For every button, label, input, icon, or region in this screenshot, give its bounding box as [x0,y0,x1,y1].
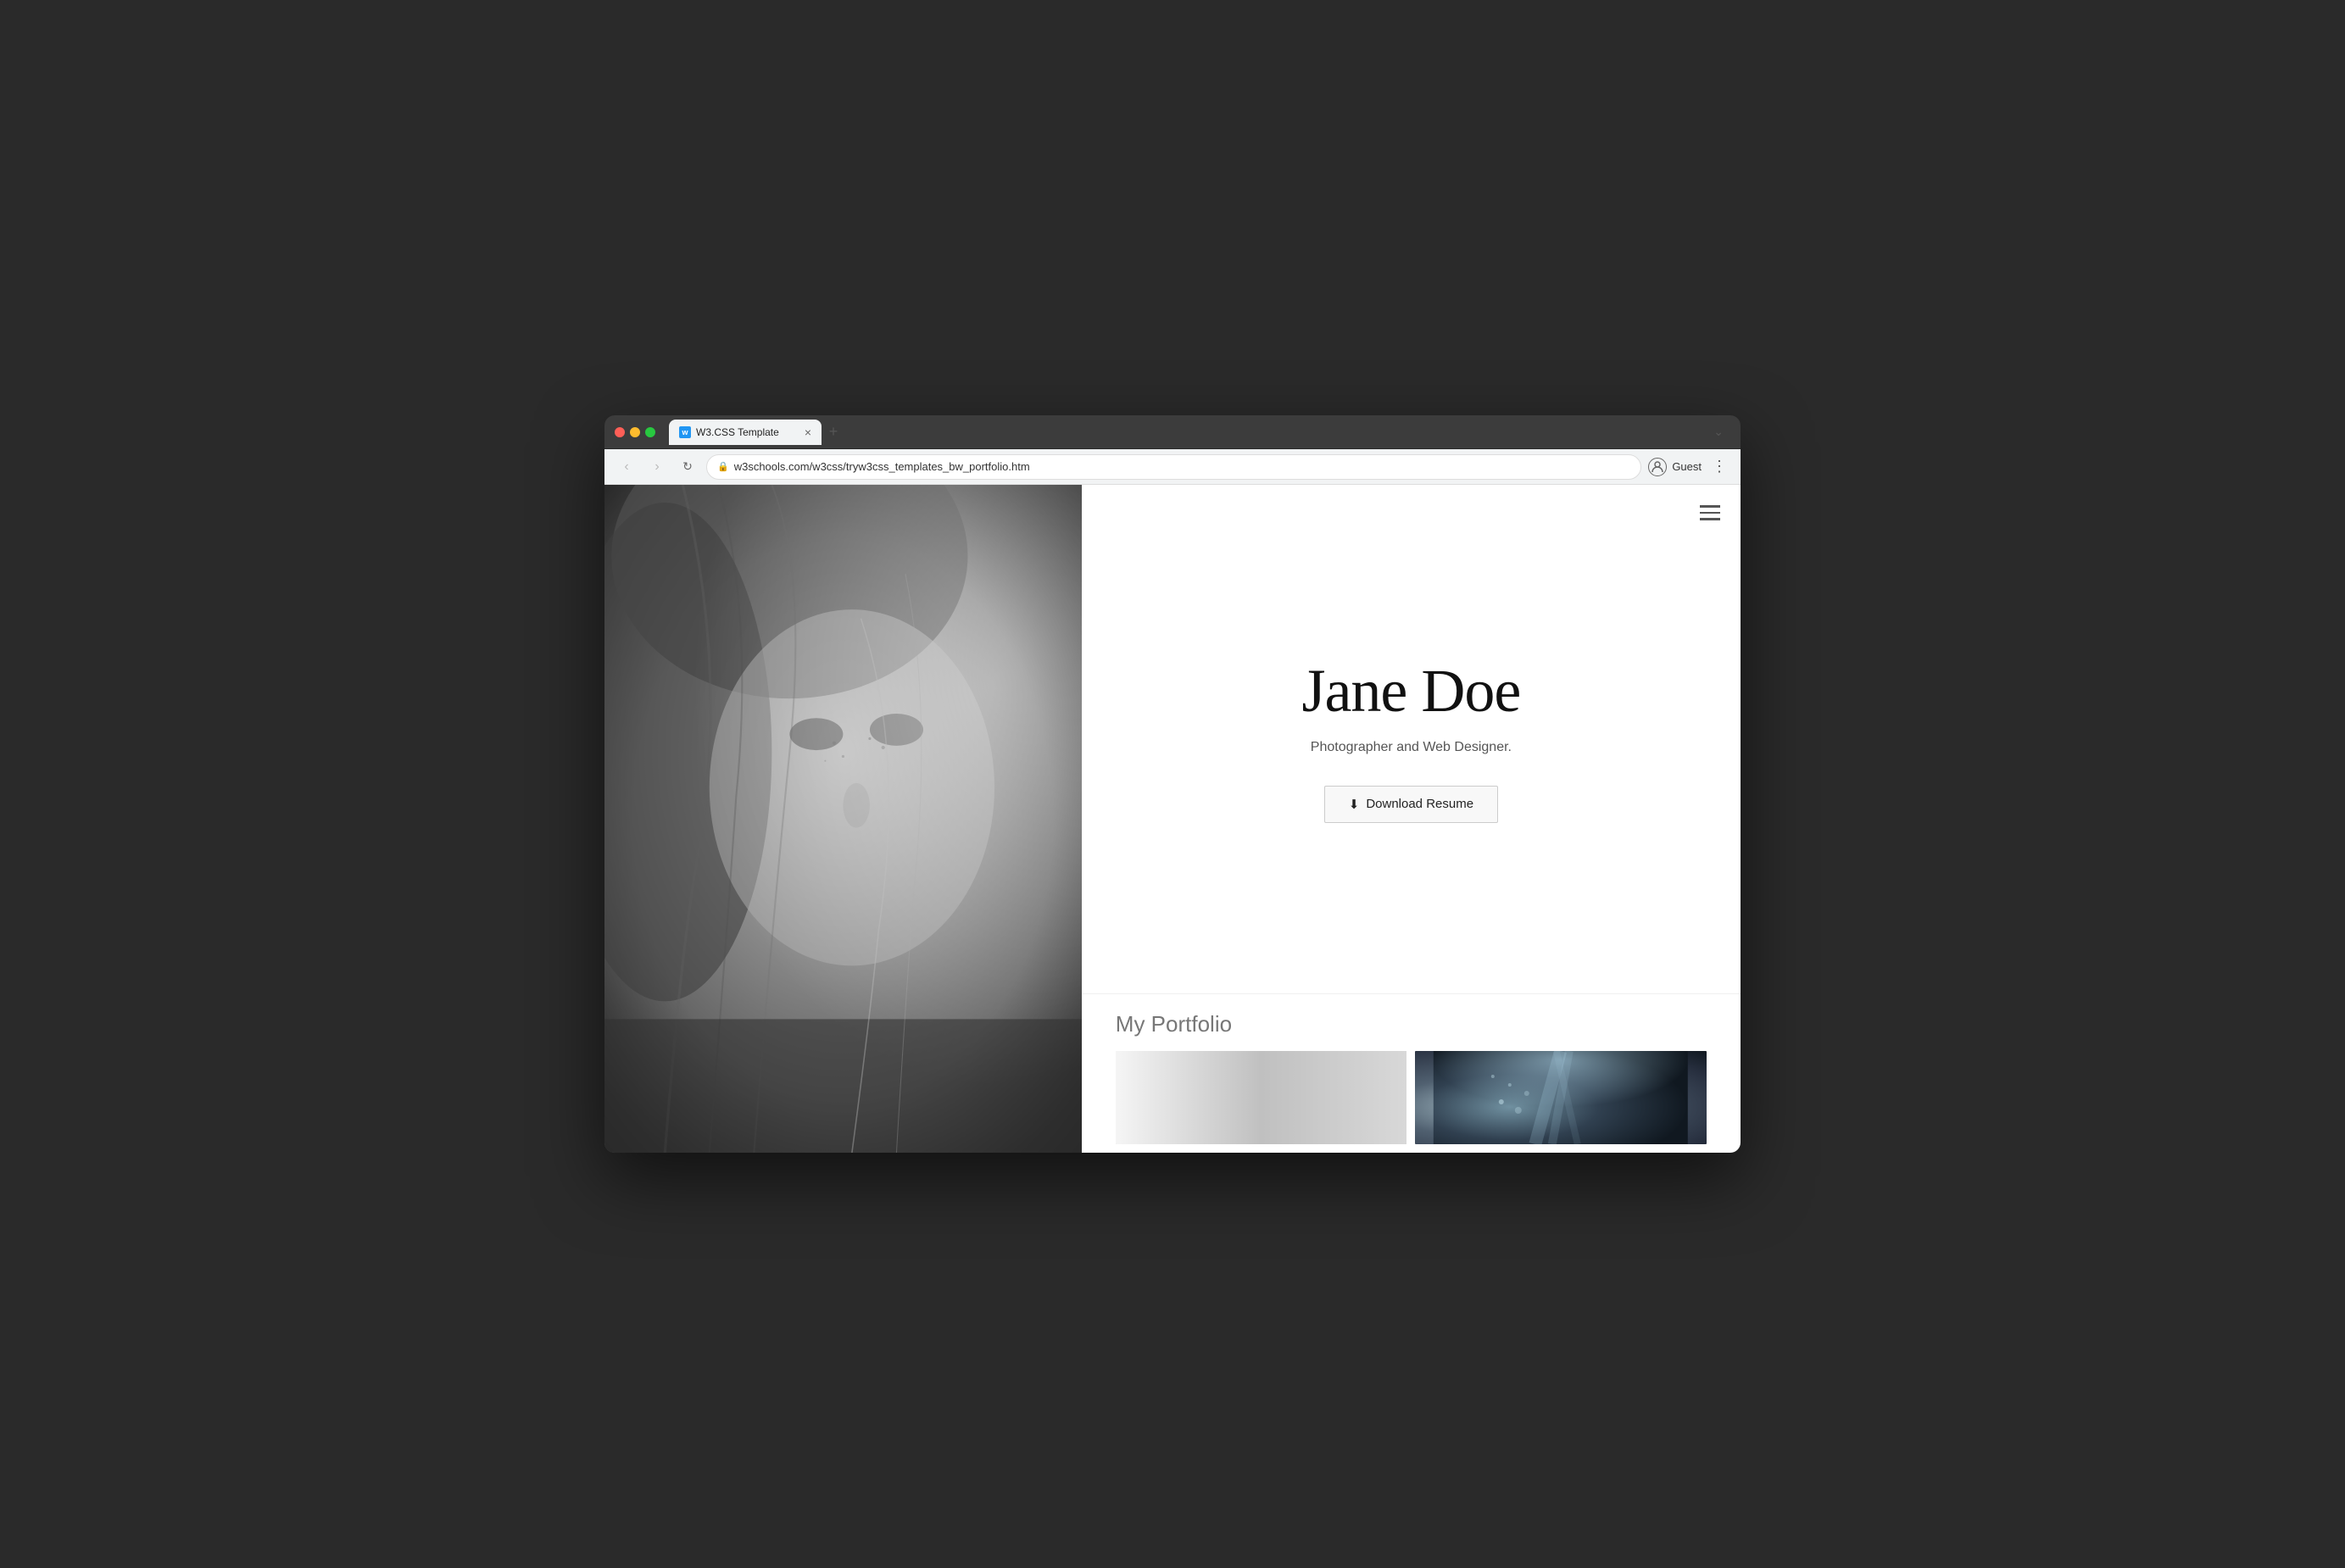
active-tab[interactable]: w W3.CSS Template × [669,420,822,445]
content-section: Jane Doe Photographer and Web Designer. … [1082,485,1741,1153]
download-icon: ⬇ [1349,797,1360,812]
portfolio-section: My Portfolio [1082,993,1741,1153]
portfolio-thumb-1[interactable] [1116,1051,1407,1144]
traffic-lights [615,427,655,437]
maximize-button[interactable] [645,427,655,437]
portfolio-grid [1116,1051,1707,1144]
tab-favicon: w [679,426,691,438]
new-tab-button[interactable]: + [822,420,845,444]
download-label: Download Resume [1366,797,1473,811]
hamburger-line-2 [1700,512,1720,514]
download-resume-button[interactable]: ⬇ Download Resume [1324,786,1498,823]
back-button[interactable]: ‹ [615,455,638,479]
reload-button[interactable]: ↻ [676,455,699,479]
hamburger-line-3 [1700,518,1720,520]
hero-photo [604,485,1082,1153]
tab-menu-button[interactable]: ⌄ [1707,421,1730,442]
profile-icon [1648,458,1667,476]
page-content: Jane Doe Photographer and Web Designer. … [604,485,1741,1153]
browser-window: w W3.CSS Template × + ⌄ ‹ › ↻ 🔒 w3school… [604,415,1741,1153]
titlebar: w W3.CSS Template × + ⌄ [604,415,1741,449]
lock-icon: 🔒 [717,461,729,472]
tab-close-button[interactable]: × [805,426,811,438]
tab-bar: w W3.CSS Template × + [669,415,1700,448]
forward-button[interactable]: › [645,455,669,479]
profile-area[interactable]: Guest [1648,458,1702,476]
address-text: w3schools.com/w3css/tryw3css_templates_b… [734,460,1030,473]
close-button[interactable] [615,427,625,437]
more-options-button[interactable]: ⋮ [1708,456,1730,477]
tab-label: W3.CSS Template [696,426,799,438]
hero-name: Jane Doe [1301,656,1520,726]
portfolio-thumb-2[interactable] [1415,1051,1707,1144]
browser-toolbar: ‹ › ↻ 🔒 w3schools.com/w3css/tryw3css_tem… [604,449,1741,485]
hamburger-menu-button[interactable] [1696,502,1724,524]
hero-content: Jane Doe Photographer and Web Designer. … [1082,485,1741,993]
portfolio-title: My Portfolio [1116,1011,1707,1037]
minimize-button[interactable] [630,427,640,437]
address-bar[interactable]: 🔒 w3schools.com/w3css/tryw3css_templates… [706,454,1641,480]
profile-label: Guest [1672,460,1702,473]
hero-subtitle: Photographer and Web Designer. [1311,740,1512,755]
hamburger-line-1 [1700,505,1720,508]
